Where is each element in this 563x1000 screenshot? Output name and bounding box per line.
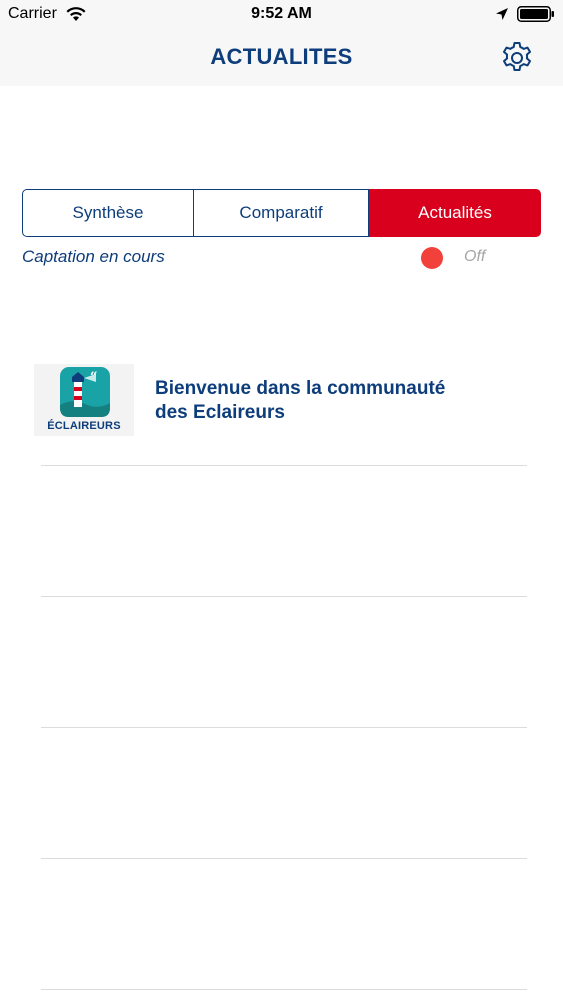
list-divider <box>41 596 527 597</box>
location-arrow-icon <box>496 8 508 20</box>
lighthouse-icon: “ <box>60 367 110 417</box>
news-title-line1: Bienvenue dans la communauté <box>155 378 446 399</box>
svg-text:“: “ <box>90 370 97 385</box>
news-title: Bienvenue dans la communauté des Eclaire… <box>155 377 495 425</box>
segmented-control: Synthèse Comparatif Actualités <box>22 189 541 237</box>
tab-comparatif[interactable]: Comparatif <box>194 189 369 237</box>
tab-synthese[interactable]: Synthèse <box>22 189 194 237</box>
logo-text: ÉCLAIREURS <box>47 420 121 432</box>
battery-icon <box>517 6 554 22</box>
status-time: 9:52 AM <box>251 5 312 22</box>
capture-label: Captation en cours <box>22 247 165 266</box>
news-item[interactable]: “ ÉCLAIREURS Bienvenue dans la communaut… <box>0 335 563 466</box>
list-divider <box>41 989 527 990</box>
list-divider <box>41 858 527 859</box>
capture-status-indicator[interactable] <box>421 247 443 269</box>
list-divider <box>41 465 527 466</box>
list-divider <box>41 727 527 728</box>
eclaireurs-logo: “ ÉCLAIREURS <box>34 364 134 436</box>
tab-actualites[interactable]: Actualités <box>369 189 541 237</box>
status-right <box>495 6 555 22</box>
navigation-bar: ACTUALITES <box>0 30 563 86</box>
gear-icon[interactable] <box>499 40 535 76</box>
capture-status-text: Off <box>464 248 486 265</box>
news-title-line2: des Eclaireurs <box>155 402 285 423</box>
page-title: ACTUALITES <box>210 44 353 69</box>
news-list: “ ÉCLAIREURS Bienvenue dans la communaut… <box>0 335 563 466</box>
status-bar: Carrier 9:52 AM <box>0 0 563 30</box>
